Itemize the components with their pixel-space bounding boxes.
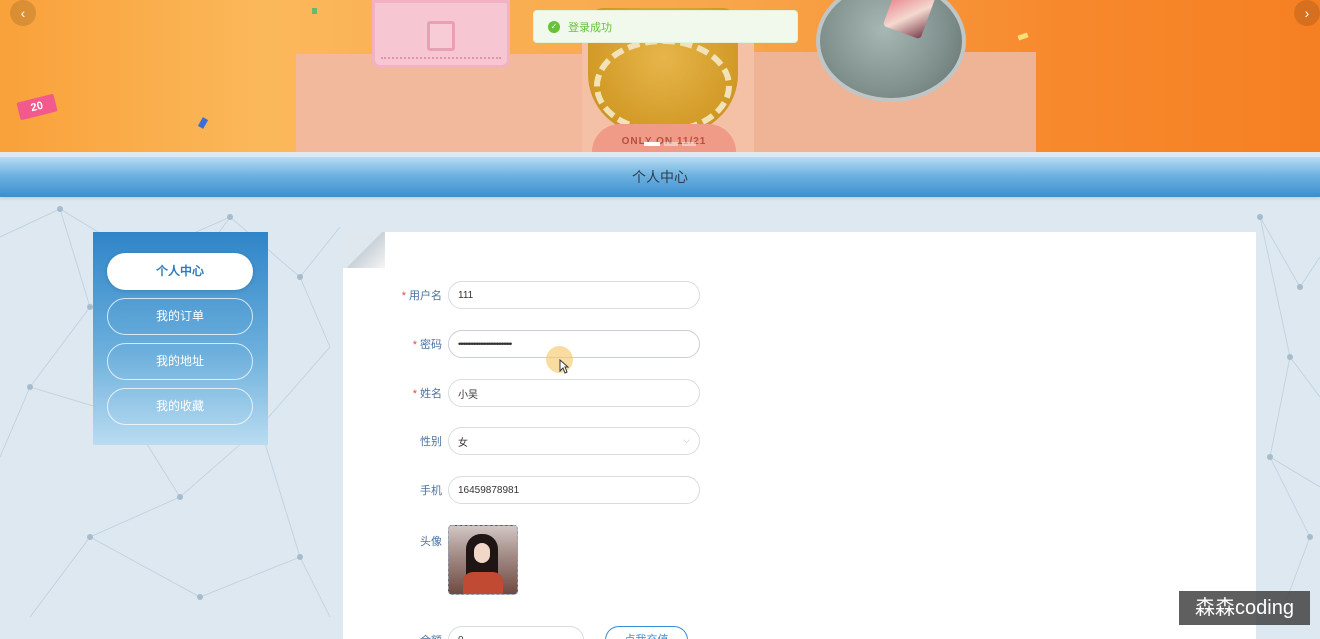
sidebar-item-addresses[interactable]: 我的地址 [107,343,253,380]
pedestal-badge: ONLY ON 11/21 [592,124,736,152]
username-label: * 用户名 [401,290,442,302]
required-mark: * [401,290,406,302]
phone-label: 手机 [420,485,442,497]
pink-handbag-image [372,0,510,68]
page-title: 个人中心 [632,169,688,185]
banner-badge: 20 [16,93,58,121]
required-mark: * [412,339,417,351]
confetti-shape [197,117,209,129]
confetti-shape [1017,32,1029,41]
gender-select-value: 女 [448,427,700,455]
banner-pedestal-left [296,54,586,152]
name-input[interactable]: 小吴 [448,379,700,407]
toast-message: 登录成功 [568,21,612,34]
mouse-cursor-icon [559,359,569,374]
panel-corner-fold [343,232,385,268]
form-row-username: * 用户名 111 [343,281,700,309]
avatar-upload[interactable] [448,525,518,595]
required-mark: * [412,388,417,400]
recharge-button[interactable]: 点我充值 [605,626,688,639]
carousel-indicators [644,142,696,146]
form-row-name: * 姓名 小吴 [343,379,700,407]
balance-label: 余额 [343,632,448,639]
sidebar-item-favorites[interactable]: 我的收藏 [107,388,253,425]
chevron-down-icon: ⌵ [683,435,690,445]
carousel-dot[interactable] [664,142,678,146]
carousel-dot[interactable] [682,142,696,146]
success-toast: ✓ 登录成功 [533,10,798,43]
avatar-label: 头像 [420,536,442,548]
gender-select[interactable]: 女 ⌵ [448,427,700,455]
check-circle-icon: ✓ [548,20,560,33]
sidebar-item-orders[interactable]: 我的订单 [107,298,253,335]
sidebar-menu: 个人中心 我的订单 我的地址 我的收藏 [93,232,268,445]
carousel-dot[interactable] [644,142,660,146]
sidebar-item-profile[interactable]: 个人中心 [107,253,253,290]
carousel-prev-button[interactable]: ‹ [10,0,36,26]
carousel-next-button[interactable]: › [1294,0,1320,26]
page-header: 个人中心 [0,157,1320,197]
password-label: * 密码 [412,339,442,351]
balance-input[interactable]: 0 [448,626,584,639]
name-label: * 姓名 [412,388,442,400]
gender-label: 性别 [420,436,442,448]
username-input[interactable]: 111 [448,281,700,309]
form-row-password: * 密码 •••••••••••••••••••••••••••••••• [343,330,700,358]
form-row-phone: 手机 16459878981 [343,476,700,504]
form-row-avatar: 头像 [343,525,518,595]
form-row-gender: 性别 女 ⌵ [343,427,700,455]
form-row-balance: 余额 0 [343,626,584,639]
watermark: 森森coding [1179,591,1310,625]
phone-input[interactable]: 16459878981 [448,476,700,504]
password-input[interactable]: •••••••••••••••••••••••••••••••• [448,330,700,358]
confetti-shape [312,8,317,14]
